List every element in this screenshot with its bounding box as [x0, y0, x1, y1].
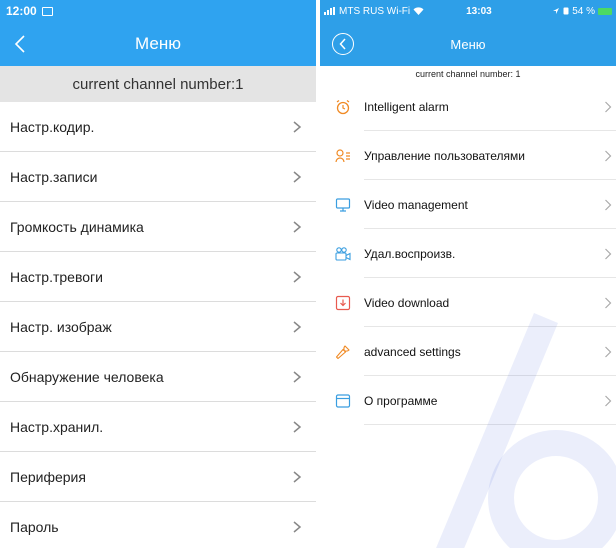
- menu-item-label: О программе: [364, 393, 438, 408]
- carrier-name: MTS RUS Wi-Fi: [339, 5, 411, 17]
- chevron-right-icon: [605, 395, 612, 406]
- chevron-right-icon: [605, 297, 612, 308]
- chevron-right-icon: [605, 199, 612, 210]
- channel-label: current channel number: 1: [415, 69, 521, 79]
- menu-item-recording[interactable]: Настр.записи: [0, 152, 316, 202]
- back-button[interactable]: [332, 33, 354, 55]
- monitor-icon: [334, 196, 352, 214]
- menu-item-image[interactable]: Настр. изображ: [0, 302, 316, 352]
- chevron-right-icon: [293, 370, 302, 383]
- menu-item-label: Настр. изображ: [10, 318, 112, 335]
- chevron-right-icon: [293, 521, 302, 533]
- channel-label: current channel number:1: [0, 66, 316, 102]
- chevron-left-icon: [339, 38, 346, 50]
- menu-item-label: Настр.тревоги: [10, 268, 103, 285]
- chevron-right-icon: [605, 150, 612, 161]
- menu-item-label: Пароль: [10, 519, 59, 535]
- page-title: Меню: [135, 34, 181, 53]
- status-bar: 12:00 100: [0, 0, 316, 22]
- menu-item-speaker-volume[interactable]: Громкость динамика: [0, 202, 316, 252]
- battery-icon: [598, 7, 612, 15]
- back-button[interactable]: [14, 31, 36, 57]
- menu-item-video-management[interactable]: Video management: [320, 180, 616, 229]
- chevron-right-icon: [293, 270, 302, 283]
- location-arrow-icon: [553, 8, 560, 14]
- video-camera-icon: [334, 245, 352, 263]
- menu-item-video-download[interactable]: Video download: [320, 278, 616, 327]
- status-time: 13:03: [466, 5, 492, 17]
- page-title: Меню: [450, 36, 486, 52]
- right-phone-screen: MTS RUS Wi-Fi 13:03 54 % Меню current ch…: [320, 0, 616, 548]
- menu-item-human-detection[interactable]: Обнаружение человека: [0, 352, 316, 402]
- status-right-group: 54 %: [552, 6, 612, 17]
- status-time: 12:00: [6, 4, 37, 18]
- chevron-right-icon: [293, 170, 302, 183]
- menu-list: Intelligent alarm Управление пользовател…: [320, 82, 616, 425]
- status-bar: MTS RUS Wi-Fi 13:03 54 %: [320, 0, 616, 22]
- menu-item-label: Обнаружение человека: [10, 368, 164, 385]
- menu-item-label: Удал.воспроизв.: [364, 246, 456, 261]
- menu-item-storage[interactable]: Настр.хранил.: [0, 402, 316, 452]
- alarm-icon: [563, 7, 569, 15]
- chevron-right-icon: [293, 420, 302, 433]
- chevron-right-icon: [605, 248, 612, 259]
- menu-item-advanced-settings[interactable]: advanced settings: [320, 327, 616, 376]
- chevron-left-icon: [14, 35, 25, 53]
- menu-item-user-management[interactable]: Управление пользователями: [320, 131, 616, 180]
- menu-item-label: Громкость динамика: [10, 218, 144, 235]
- menu-item-label: Intelligent alarm: [364, 99, 449, 114]
- menu-item-label: Настр.хранил.: [10, 418, 104, 435]
- menu-item-encoding[interactable]: Настр.кодир.: [0, 102, 316, 152]
- left-phone-screen: 12:00 100 Меню current channel number:1 …: [0, 0, 316, 548]
- menu-item-label: Управление пользователями: [364, 148, 525, 163]
- menu-item-label: Настр.кодир.: [10, 118, 95, 135]
- alarm-clock-icon: [334, 98, 352, 116]
- download-icon: [334, 294, 352, 312]
- battery-level: 54 %: [572, 5, 595, 17]
- chevron-right-icon: [293, 470, 302, 483]
- menu-item-label: Video download: [364, 295, 450, 310]
- window-icon: [334, 392, 352, 410]
- menu-item-label: advanced settings: [364, 344, 461, 359]
- menu-item-password[interactable]: Пароль: [0, 502, 316, 548]
- menu-item-remote-playback[interactable]: Удал.воспроизв.: [320, 229, 616, 278]
- menu-item-alarm[interactable]: Настр.тревоги: [0, 252, 316, 302]
- chevron-right-icon: [605, 101, 612, 112]
- nav-header: Меню: [0, 22, 316, 66]
- screenshot-icon: [41, 6, 53, 16]
- menu-item-about[interactable]: О программе: [320, 376, 616, 425]
- signal-icon: [324, 7, 335, 15]
- nav-header: Меню: [320, 22, 616, 66]
- chevron-right-icon: [293, 220, 302, 233]
- menu-list: Настр.кодир. Настр.записи Громкость дина…: [0, 102, 316, 548]
- menu-item-intelligent-alarm[interactable]: Intelligent alarm: [320, 82, 616, 131]
- user-list-icon: [334, 147, 352, 165]
- menu-item-label: Периферия: [10, 468, 86, 485]
- chevron-right-icon: [605, 346, 612, 357]
- carrier-info: MTS RUS Wi-Fi: [324, 6, 424, 17]
- chevron-right-icon: [293, 320, 302, 333]
- chevron-right-icon: [293, 120, 302, 133]
- menu-item-label: Video management: [364, 197, 468, 212]
- wrench-icon: [334, 343, 352, 361]
- wifi-icon: [413, 7, 424, 15]
- menu-item-peripherals[interactable]: Периферия: [0, 452, 316, 502]
- menu-item-label: Настр.записи: [10, 168, 98, 185]
